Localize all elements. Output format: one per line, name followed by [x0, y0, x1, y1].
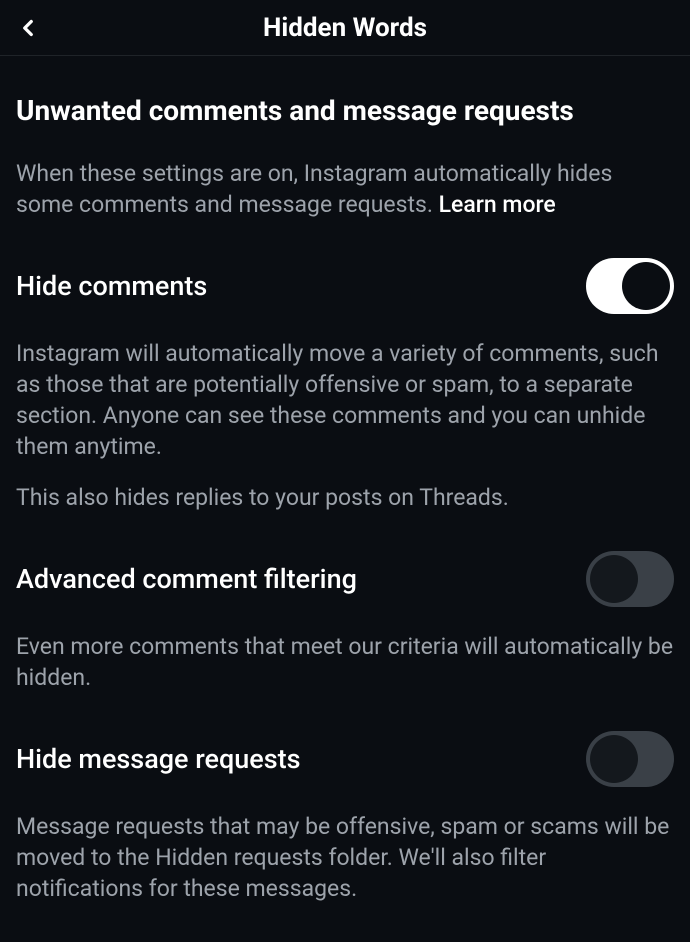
- hide-message-requests-description: Message requests that may be offensive, …: [16, 811, 674, 904]
- toggle-knob: [590, 735, 638, 783]
- hide-message-requests-label: Hide message requests: [16, 743, 301, 775]
- hide-message-requests-row: Hide message requests: [16, 731, 674, 787]
- advanced-filtering-label: Advanced comment filtering: [16, 563, 357, 595]
- hide-comments-toggle[interactable]: [586, 258, 674, 314]
- hide-comments-secondary-description: This also hides replies to your posts on…: [16, 482, 674, 513]
- toggle-knob: [622, 262, 670, 310]
- section-description: When these settings are on, Instagram au…: [16, 158, 674, 220]
- learn-more-link[interactable]: Learn more: [439, 191, 556, 218]
- toggle-knob: [590, 555, 638, 603]
- chevron-left-icon: [15, 15, 41, 41]
- back-button[interactable]: [8, 8, 48, 48]
- content-area: Unwanted comments and message requests W…: [0, 56, 690, 942]
- hide-comments-label: Hide comments: [16, 270, 207, 302]
- hide-comments-description: Instagram will automatically move a vari…: [16, 338, 674, 462]
- hide-comments-row: Hide comments: [16, 258, 674, 314]
- advanced-filtering-toggle[interactable]: [586, 551, 674, 607]
- section-title: Unwanted comments and message requests: [16, 94, 674, 128]
- page-title: Hidden Words: [263, 13, 427, 43]
- advanced-filtering-row: Advanced comment filtering: [16, 551, 674, 607]
- header: Hidden Words: [0, 0, 690, 56]
- hide-message-requests-toggle[interactable]: [586, 731, 674, 787]
- advanced-filtering-description: Even more comments that meet our criteri…: [16, 631, 674, 693]
